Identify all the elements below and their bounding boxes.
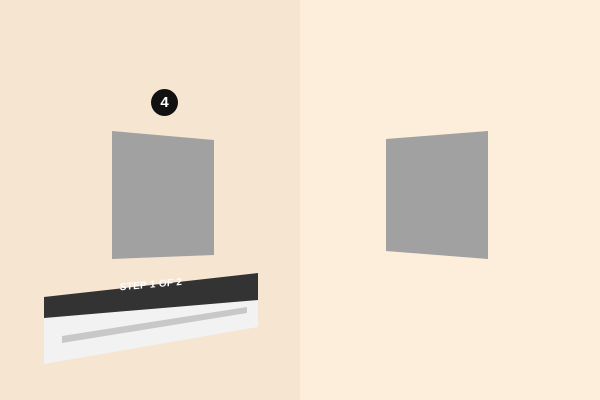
right-wall	[300, 0, 600, 400]
step-number-badge: 4	[151, 89, 178, 116]
left-wall	[0, 0, 300, 400]
